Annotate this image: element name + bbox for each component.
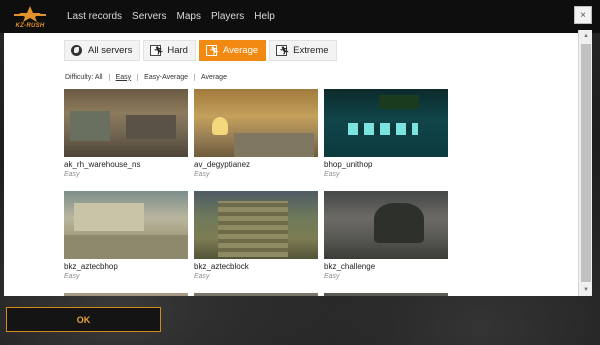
tab-average[interactable]: 🏃︎ Average: [198, 40, 267, 61]
close-button[interactable]: ×: [574, 6, 592, 24]
map-card[interactable]: [64, 293, 188, 296]
map-difficulty: Easy: [64, 273, 80, 280]
map-thumbnail[interactable]: [64, 191, 188, 259]
ok-button-label: OK: [76, 314, 91, 325]
tab-label: Extreme: [293, 45, 329, 56]
difficulty-filter: Difficulty: All Easy Easy-Average Averag…: [65, 72, 233, 82]
kz-rush-logo[interactable]: KZ-RUSH: [10, 5, 50, 29]
tab-hard[interactable]: 🏃︎ Hard: [143, 40, 196, 61]
map-thumbnail[interactable]: [324, 89, 448, 157]
filter-option-average[interactable]: Average: [194, 73, 233, 81]
map-name: bkz_aztecblock: [194, 262, 249, 271]
map-thumbnail[interactable]: [194, 191, 318, 259]
star-logo-icon: [14, 6, 46, 22]
map-card[interactable]: av_degyptianez Easy: [194, 89, 318, 178]
close-icon: ×: [580, 9, 586, 21]
filter-option-easy[interactable]: Easy: [108, 73, 138, 81]
map-thumbnail[interactable]: [64, 293, 188, 296]
nav-servers[interactable]: Servers: [132, 11, 166, 22]
scroll-down-arrow-icon[interactable]: ▼: [579, 284, 593, 296]
nav-players[interactable]: Players: [211, 11, 244, 22]
vertical-scrollbar[interactable]: ▲ ▼: [578, 30, 592, 296]
maps-panel: All servers 🏃︎ Hard 🏃︎ Average 🏃︎ Extrem…: [4, 33, 578, 296]
nav-last-records[interactable]: Last records: [67, 11, 122, 22]
map-name: bkz_aztecbhop: [64, 262, 118, 271]
map-thumbnail[interactable]: [194, 89, 318, 157]
map-difficulty: Easy: [324, 171, 340, 178]
scroll-up-arrow-icon[interactable]: ▲: [579, 30, 593, 42]
scrollbar-thumb[interactable]: [581, 44, 591, 282]
map-thumbnail[interactable]: [324, 191, 448, 259]
map-card[interactable]: bkz_aztecblock Easy: [194, 191, 318, 280]
globe-icon: [71, 45, 82, 56]
tab-label: All servers: [88, 45, 133, 56]
map-card[interactable]: [324, 293, 448, 296]
map-difficulty: Easy: [194, 171, 210, 178]
map-thumbnail[interactable]: [324, 293, 448, 296]
tab-label: Hard: [167, 45, 188, 56]
map-card[interactable]: ak_rh_warehouse_ns Easy: [64, 89, 188, 178]
runner-icon: 🏃︎: [276, 45, 289, 56]
runner-icon: 🏃︎: [150, 45, 164, 56]
nav-help[interactable]: Help: [254, 11, 275, 22]
map-thumbnail[interactable]: [194, 293, 318, 296]
map-name: av_degyptianez: [194, 160, 251, 169]
map-name: bhop_unithop: [324, 160, 373, 169]
server-tabs: All servers 🏃︎ Hard 🏃︎ Average 🏃︎ Extrem…: [64, 40, 337, 61]
tab-extreme[interactable]: 🏃︎ Extreme: [269, 40, 337, 61]
nav-maps[interactable]: Maps: [176, 11, 200, 22]
map-card[interactable]: bhop_unithop Easy: [324, 89, 448, 178]
map-card[interactable]: bkz_challenge Easy: [324, 191, 448, 280]
map-card[interactable]: [194, 293, 318, 296]
map-card[interactable]: bkz_aztecbhop Easy: [64, 191, 188, 280]
map-difficulty: Easy: [324, 273, 340, 280]
filter-option-easy-average[interactable]: Easy-Average: [137, 73, 194, 81]
runner-icon: 🏃︎: [205, 45, 219, 56]
map-difficulty: Easy: [64, 171, 80, 178]
tab-label: Average: [222, 45, 259, 56]
ok-button[interactable]: OK: [6, 307, 161, 332]
top-navigation-bar: KZ-RUSH Last records Servers Maps Player…: [0, 0, 600, 33]
map-thumbnail[interactable]: [64, 89, 188, 157]
map-name: bkz_challenge: [324, 262, 376, 271]
map-name: ak_rh_warehouse_ns: [64, 160, 141, 169]
logo-text: KZ-RUSH: [15, 23, 45, 29]
tab-all-servers[interactable]: All servers: [64, 40, 141, 61]
map-difficulty: Easy: [194, 273, 210, 280]
difficulty-filter-label: Difficulty: All: [65, 73, 103, 81]
main-nav: Last records Servers Maps Players Help: [67, 0, 285, 33]
